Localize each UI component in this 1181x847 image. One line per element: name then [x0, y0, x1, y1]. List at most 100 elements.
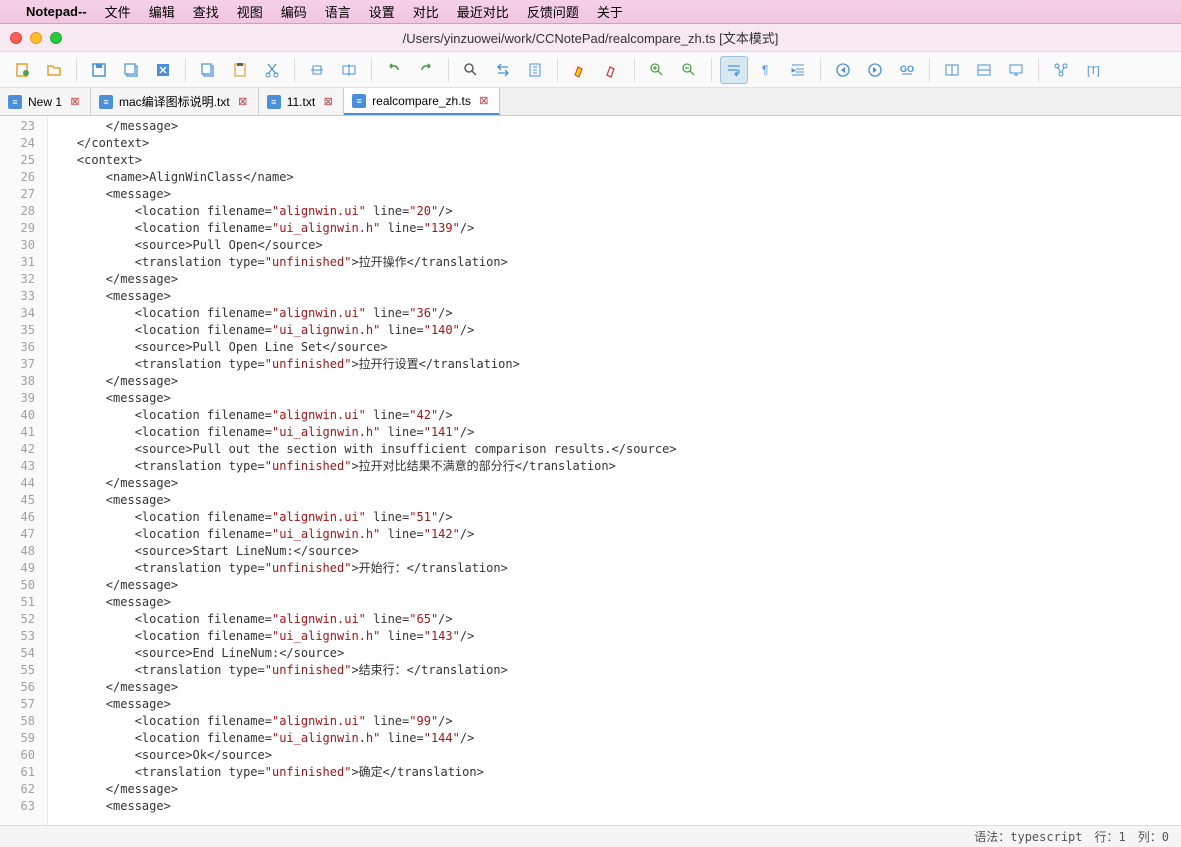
undo-icon[interactable] — [380, 56, 408, 84]
status-line: 行：1 — [1095, 828, 1126, 845]
code-line: <source>Pull Open Line Set</source> — [48, 339, 1181, 356]
code-line: <location filename="ui_alignwin.h" line=… — [48, 322, 1181, 339]
line-number: 26 — [0, 169, 35, 186]
toolbar-separator — [185, 58, 186, 82]
toolbar-separator — [448, 58, 449, 82]
menu-find[interactable]: 查找 — [193, 2, 219, 21]
tab-label: mac编译图标说明.txt — [119, 93, 230, 110]
toolbar-separator — [294, 58, 295, 82]
graph-icon[interactable] — [1047, 56, 1075, 84]
save-icon[interactable] — [85, 56, 113, 84]
highlight-icon[interactable] — [566, 56, 594, 84]
line-number: 61 — [0, 764, 35, 781]
line-number: 41 — [0, 424, 35, 441]
line-number: 44 — [0, 475, 35, 492]
line-number: 53 — [0, 628, 35, 645]
window-minimize-button[interactable] — [30, 32, 42, 44]
menu-compare[interactable]: 对比 — [413, 2, 439, 21]
bracket-icon[interactable]: [T] — [1079, 56, 1107, 84]
line-number: 34 — [0, 305, 35, 322]
tab-0[interactable]: ≡New 1⊠ — [0, 88, 91, 115]
paste-icon[interactable] — [226, 56, 254, 84]
line-number: 58 — [0, 713, 35, 730]
zoom-out-icon[interactable] — [675, 56, 703, 84]
menu-feedback[interactable]: 反馈问题 — [527, 2, 579, 21]
close-icon[interactable] — [149, 56, 177, 84]
replace-icon[interactable] — [489, 56, 517, 84]
svg-text:¶: ¶ — [762, 63, 768, 77]
tab-3[interactable]: ≡realcompare_zh.ts⊠ — [344, 88, 500, 115]
bookmark-icon[interactable] — [521, 56, 549, 84]
line-number: 38 — [0, 373, 35, 390]
menu-encoding[interactable]: 编码 — [281, 2, 307, 21]
code-line: <location filename="ui_alignwin.h" line=… — [48, 220, 1181, 237]
tab-1[interactable]: ≡ mac编译图标说明.txt ⊠ — [91, 88, 259, 115]
tab-label: realcompare_zh.ts — [372, 94, 471, 108]
line-number: 46 — [0, 509, 35, 526]
line-number: 39 — [0, 390, 35, 407]
code-line: <message> — [48, 696, 1181, 713]
redo-icon[interactable] — [412, 56, 440, 84]
line-number: 51 — [0, 594, 35, 611]
tab-close-icon[interactable]: ⊠ — [477, 94, 491, 108]
cut-alt-icon[interactable] — [303, 56, 331, 84]
word-wrap-icon[interactable] — [720, 56, 748, 84]
toolbar-separator — [929, 58, 930, 82]
menu-view[interactable]: 视图 — [237, 2, 263, 21]
line-number: 31 — [0, 254, 35, 271]
macro-next-icon[interactable] — [861, 56, 889, 84]
menu-recent-compare[interactable]: 最近对比 — [457, 2, 509, 21]
code-line: <context> — [48, 152, 1181, 169]
code-line: <location filename="ui_alignwin.h" line=… — [48, 424, 1181, 441]
line-number: 42 — [0, 441, 35, 458]
line-number: 28 — [0, 203, 35, 220]
tab-2[interactable]: ≡11.txt⊠ — [259, 88, 344, 115]
code-line: <name>AlignWinClass</name> — [48, 169, 1181, 186]
window-maximize-button[interactable] — [50, 32, 62, 44]
line-number: 45 — [0, 492, 35, 509]
menu-file[interactable]: 文件 — [105, 2, 131, 21]
line-number: 47 — [0, 526, 35, 543]
tab-label: New 1 — [28, 95, 62, 109]
titlebar: /Users/yinzuowei/work/CCNotePad/realcomp… — [0, 24, 1181, 52]
code-line: <location filename="ui_alignwin.h" line=… — [48, 730, 1181, 747]
copy-icon[interactable] — [194, 56, 222, 84]
line-number: 63 — [0, 798, 35, 815]
new-file-icon[interactable] — [8, 56, 36, 84]
window-close-button[interactable] — [10, 32, 22, 44]
menu-settings[interactable]: 设置 — [369, 2, 395, 21]
indent-icon[interactable] — [784, 56, 812, 84]
monitor-icon[interactable] — [1002, 56, 1030, 84]
app-name[interactable]: Notepad-- — [26, 4, 87, 19]
code-line: </message> — [48, 118, 1181, 135]
code-line: <source>Start LineNum:</source> — [48, 543, 1181, 560]
save-all-icon[interactable] — [117, 56, 145, 84]
tab-close-icon[interactable]: ⊠ — [68, 95, 82, 109]
cut-icon[interactable] — [258, 56, 286, 84]
code-line: <source>End LineNum:</source> — [48, 645, 1181, 662]
go-icon[interactable]: GO — [893, 56, 921, 84]
find-icon[interactable] — [457, 56, 485, 84]
line-number: 55 — [0, 662, 35, 679]
menu-edit[interactable]: 编辑 — [149, 2, 175, 21]
split-h-icon[interactable] — [938, 56, 966, 84]
code-line: <source>Pull out the section with insuff… — [48, 441, 1181, 458]
file-icon: ≡ — [99, 95, 113, 109]
tab-close-icon[interactable]: ⊠ — [236, 95, 250, 109]
open-file-icon[interactable] — [40, 56, 68, 84]
menu-language[interactable]: 语言 — [325, 2, 351, 21]
split-v-icon[interactable] — [970, 56, 998, 84]
line-number: 30 — [0, 237, 35, 254]
tab-close-icon[interactable]: ⊠ — [321, 95, 335, 109]
code-line: <translation type="unfinished">确定</trans… — [48, 764, 1181, 781]
file-icon: ≡ — [267, 95, 281, 109]
code-editor[interactable]: </message> </context> <context> <name>Al… — [48, 116, 1181, 825]
macro-prev-icon[interactable] — [829, 56, 857, 84]
erase-icon[interactable] — [598, 56, 626, 84]
menu-about[interactable]: 关于 — [597, 2, 623, 21]
copy-alt-icon[interactable] — [335, 56, 363, 84]
show-symbols-icon[interactable]: ¶ — [752, 56, 780, 84]
zoom-in-icon[interactable] — [643, 56, 671, 84]
status-bar: 语法：typescript 行：1 列：0 — [0, 825, 1181, 847]
line-number: 60 — [0, 747, 35, 764]
